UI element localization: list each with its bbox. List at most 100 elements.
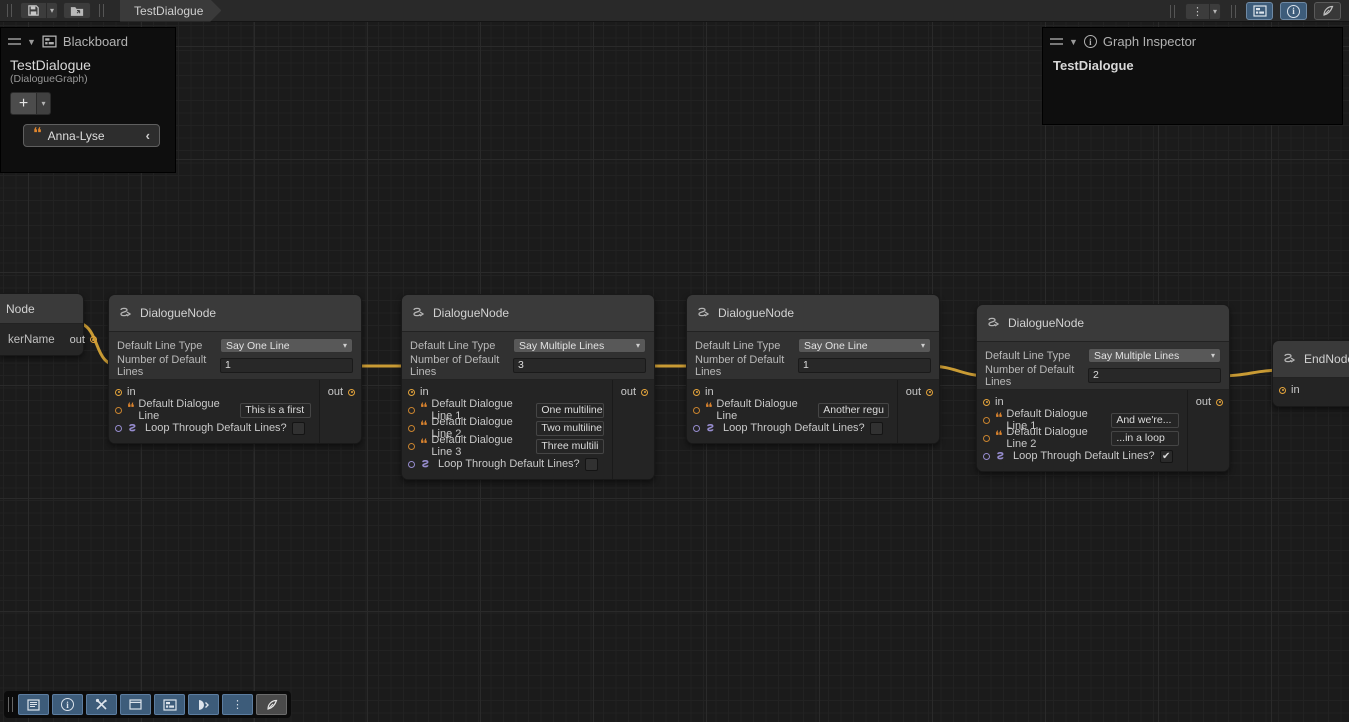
- graph-inspector-panel[interactable]: ▼ i Graph Inspector TestDialogue: [1042, 27, 1343, 125]
- save-button[interactable]: [20, 2, 47, 19]
- collapse-arrow-icon[interactable]: ▼: [1069, 37, 1078, 47]
- loop-checkbox[interactable]: [585, 458, 598, 471]
- out-port[interactable]: [90, 336, 97, 343]
- more-dropdown-button[interactable]: ▾: [1210, 3, 1221, 20]
- loop-icon: [995, 451, 1008, 462]
- line-count-field[interactable]: 1: [798, 358, 931, 373]
- blackboard-panel[interactable]: ▼ Blackboard TestDialogue (DialogueGraph…: [0, 27, 176, 173]
- out-port[interactable]: [348, 389, 355, 396]
- in-port-label: in: [995, 396, 1004, 408]
- preview-button[interactable]: [188, 694, 219, 715]
- dialogue-node-3[interactable]: DialogueNode Default Line Type Say One L…: [686, 294, 940, 444]
- dialogue-node-2[interactable]: DialogueNode Default Line Type Say Multi…: [401, 294, 655, 480]
- toolbar-drag-handle[interactable]: [1170, 5, 1175, 18]
- line-value-field[interactable]: Two multiline: [536, 421, 604, 436]
- loop-port[interactable]: [408, 461, 415, 468]
- loop-checkbox[interactable]: [1160, 450, 1173, 463]
- line-count-field[interactable]: 1: [220, 358, 353, 373]
- out-port[interactable]: [926, 389, 933, 396]
- node-title: DialogueNode: [433, 306, 509, 320]
- in-port-label: in: [705, 386, 714, 398]
- more-menu-button[interactable]: ⋮: [222, 694, 253, 715]
- in-port-label: in: [420, 386, 429, 398]
- graph-canvas[interactable]: Node kerName out DialogueNode Default Li…: [0, 22, 1349, 722]
- window-button[interactable]: [120, 694, 151, 715]
- tab-test-dialogue[interactable]: TestDialogue: [120, 0, 221, 22]
- line-port[interactable]: [983, 435, 990, 442]
- toolbar-drag-handle[interactable]: [1231, 5, 1236, 18]
- collapse-arrow-icon[interactable]: ▼: [27, 37, 36, 47]
- line-port[interactable]: [693, 407, 700, 414]
- line-port[interactable]: [115, 407, 122, 414]
- line-count-field[interactable]: 2: [1088, 368, 1221, 383]
- loop-port[interactable]: [693, 425, 700, 432]
- line-port[interactable]: [408, 443, 415, 450]
- more-menu-button[interactable]: ⋮: [1185, 3, 1210, 20]
- node-title-bar[interactable]: DialogueNode: [402, 295, 654, 332]
- drag-handle-icon[interactable]: [1050, 38, 1063, 45]
- toggle-quill-button[interactable]: [1314, 2, 1341, 20]
- line-value-field[interactable]: One multiline: [536, 403, 604, 418]
- loop-checkbox[interactable]: [870, 422, 883, 435]
- speaker-node-partial[interactable]: Node kerName out: [0, 293, 84, 356]
- add-property-button[interactable]: +: [10, 92, 37, 115]
- node-title-bar[interactable]: DialogueNode: [687, 295, 939, 332]
- line-count-field[interactable]: 3: [513, 358, 646, 373]
- toggle-graph-inspector-button[interactable]: i: [1280, 2, 1307, 20]
- tools-button[interactable]: [86, 694, 117, 715]
- exposed-property-anna-lyse[interactable]: ❛❛ Anna-Lyse ‹: [23, 124, 160, 147]
- line-value-field[interactable]: ...in a loop: [1111, 431, 1179, 446]
- in-port[interactable]: [408, 389, 415, 396]
- node-title-bar[interactable]: DialogueNode: [977, 305, 1229, 342]
- drag-handle-icon[interactable]: [8, 38, 21, 45]
- text-lines-button[interactable]: [18, 694, 49, 715]
- toolbar-drag-handle[interactable]: [7, 4, 12, 17]
- blackboard-header[interactable]: ▼ Blackboard: [1, 28, 175, 53]
- in-port[interactable]: [983, 399, 990, 406]
- line-type-dropdown[interactable]: Say Multiple Lines▾: [513, 338, 646, 353]
- node-title-bar[interactable]: DialogueNode: [109, 295, 361, 332]
- chevron-down-icon: ▾: [1211, 351, 1215, 360]
- loop-label: Loop Through Default Lines?: [438, 458, 580, 470]
- line-type-dropdown[interactable]: Say Multiple Lines▾: [1088, 348, 1221, 363]
- line-value-field[interactable]: Three multili: [536, 439, 604, 454]
- line-type-dropdown[interactable]: Say One Line▾: [220, 338, 353, 353]
- blackboard-button[interactable]: [154, 694, 185, 715]
- out-port[interactable]: [641, 389, 648, 396]
- node-title-bar[interactable]: Node: [0, 294, 83, 324]
- dialogue-node-4[interactable]: DialogueNode Default Line Type Say Multi…: [976, 304, 1230, 472]
- graph-inspector-header[interactable]: ▼ i Graph Inspector: [1043, 28, 1342, 53]
- quote-icon: ❛❛: [420, 422, 426, 430]
- in-port[interactable]: [115, 389, 122, 396]
- dialogue-node-1[interactable]: DialogueNode Default Line Type Say One L…: [108, 294, 362, 444]
- collapse-chevron-icon[interactable]: ‹: [146, 128, 150, 143]
- line-port[interactable]: [408, 425, 415, 432]
- in-port[interactable]: [693, 389, 700, 396]
- port-label: kerName: [0, 334, 63, 346]
- line-port[interactable]: [983, 417, 990, 424]
- out-port[interactable]: [1216, 399, 1223, 406]
- node-title-bar[interactable]: EndNode: [1273, 341, 1349, 378]
- line-value-field[interactable]: Another regu: [818, 403, 889, 418]
- open-button[interactable]: [63, 2, 91, 19]
- loop-port[interactable]: [115, 425, 122, 432]
- out-port-label: out: [621, 386, 636, 398]
- loop-port[interactable]: [983, 453, 990, 460]
- dialogue-node-icon: [986, 316, 1001, 330]
- line-value-field[interactable]: This is a first: [240, 403, 311, 418]
- quill-button[interactable]: [256, 694, 287, 715]
- toolbar-drag-handle[interactable]: [99, 4, 104, 17]
- add-property-dropdown[interactable]: ▾: [37, 92, 51, 115]
- dialogue-node-icon: [696, 306, 711, 320]
- end-node[interactable]: EndNode in: [1272, 340, 1349, 407]
- loop-checkbox[interactable]: [292, 422, 305, 435]
- line-value-field[interactable]: And we're...: [1111, 413, 1179, 428]
- blackboard-icon: [42, 35, 57, 48]
- in-port[interactable]: [1279, 387, 1286, 394]
- line-port[interactable]: [408, 407, 415, 414]
- toolbar-drag-handle[interactable]: [8, 697, 13, 712]
- toggle-blackboard-button[interactable]: [1246, 2, 1273, 20]
- info-button[interactable]: i: [52, 694, 83, 715]
- save-dropdown-button[interactable]: ▾: [47, 2, 58, 19]
- line-type-dropdown[interactable]: Say One Line▾: [798, 338, 931, 353]
